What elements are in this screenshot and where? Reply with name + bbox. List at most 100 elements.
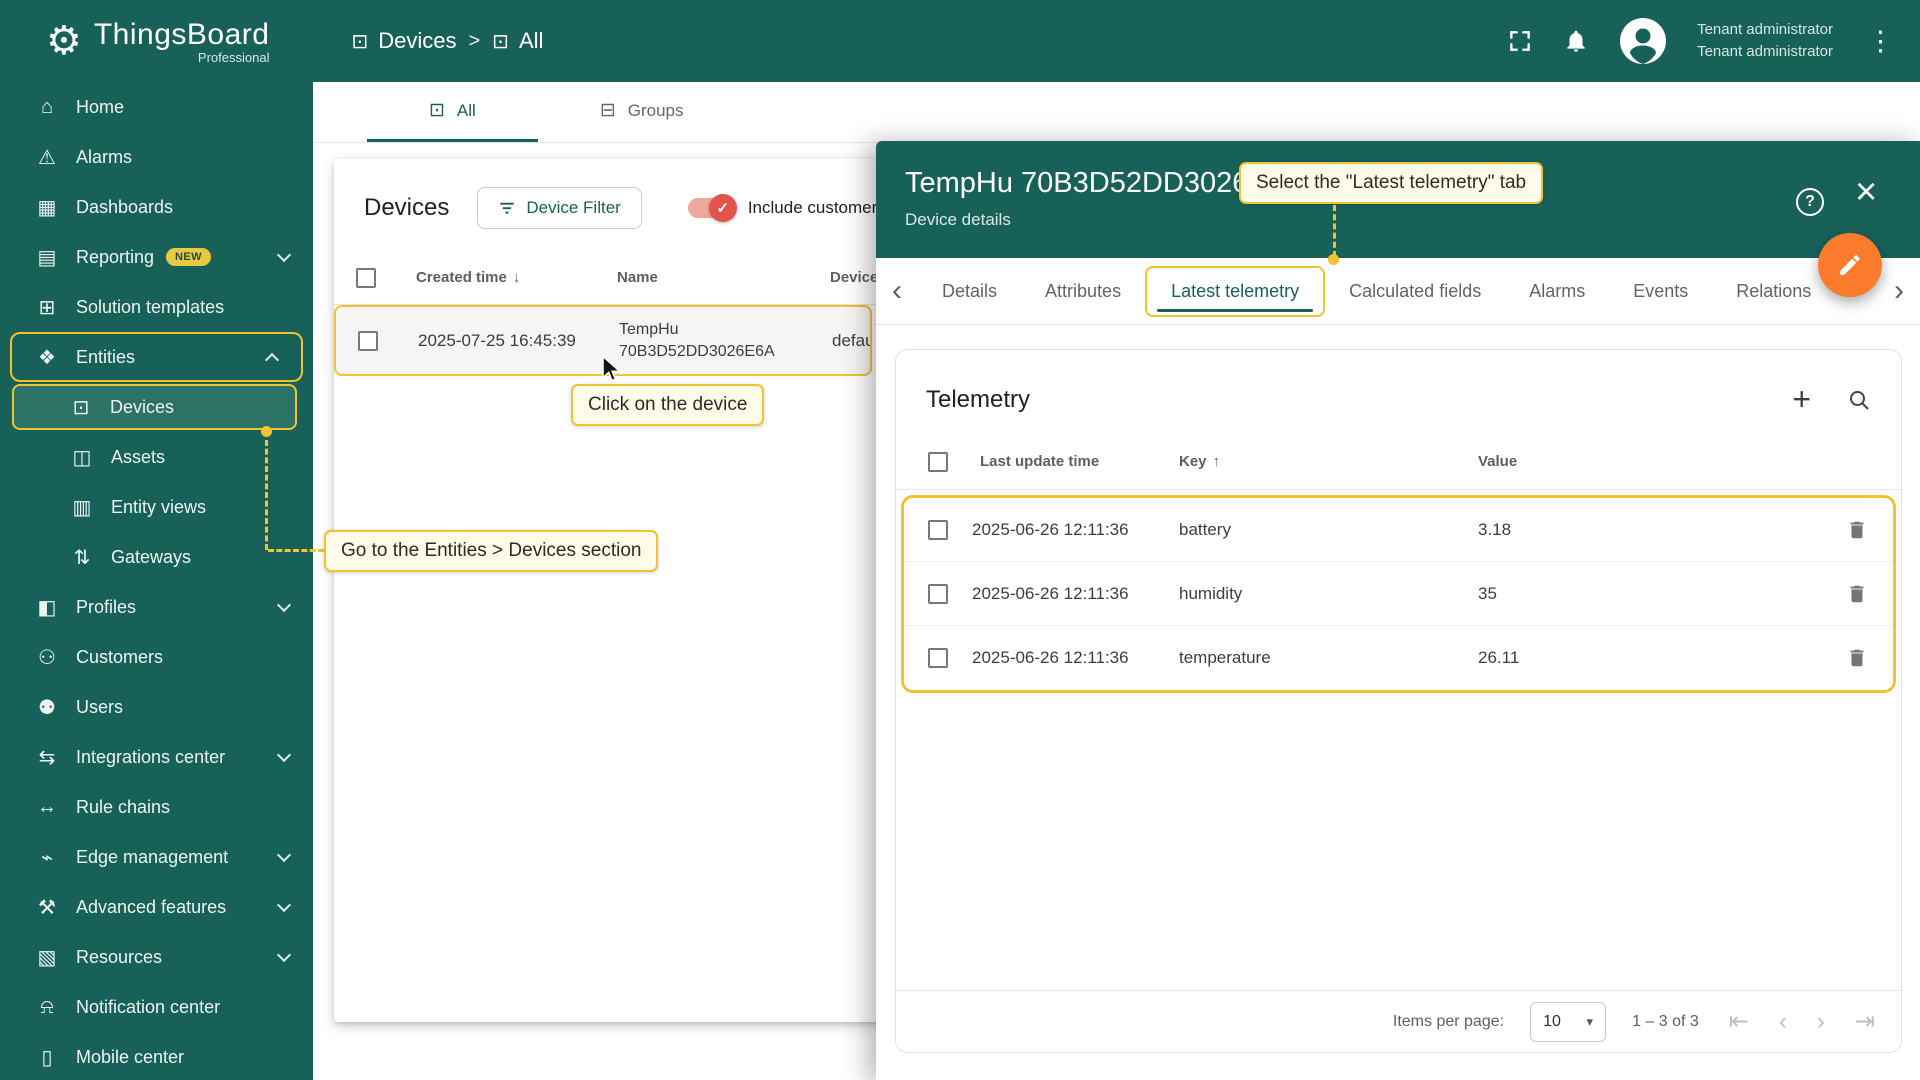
sidebar-item-users[interactable]: ⚉ Users xyxy=(0,682,313,732)
sidebar-item-alarms[interactable]: ⚠ Alarms xyxy=(0,132,313,182)
previous-page-button[interactable]: ‹ xyxy=(1779,1010,1787,1034)
sidebar-item-notification-center[interactable]: ⍾ Notification center xyxy=(0,982,313,1032)
integrations-center-icon: ⇆ xyxy=(34,745,60,770)
sidebar-item-customers[interactable]: ⚇ Customers xyxy=(0,632,313,682)
user-role-line2: Tenant administrator xyxy=(1697,41,1833,63)
notifications-button[interactable] xyxy=(1563,28,1589,54)
column-label: Value xyxy=(1478,453,1517,470)
tab-latest-telemetry[interactable]: Latest telemetry xyxy=(1145,266,1325,317)
include-customer-label: Include customer xyxy=(748,198,877,218)
sidebar-item-mobile-center[interactable]: ▯ Mobile center xyxy=(0,1032,313,1080)
sidebar-item-label: Advanced features xyxy=(76,897,226,918)
tab-relations[interactable]: Relations xyxy=(1712,281,1835,302)
sidebar-item-label: Entities xyxy=(76,347,135,368)
user-info[interactable]: Tenant administrator Tenant administrato… xyxy=(1697,19,1833,63)
help-icon: ? xyxy=(1805,193,1815,211)
annotation-tooltip-entities-devices: Go to the Entities > Devices section xyxy=(324,530,658,572)
tab-events[interactable]: Events xyxy=(1609,281,1712,302)
sidebar-item-rule-chains[interactable]: ↔ Rule chains xyxy=(0,782,313,832)
sidebar-item-reporting[interactable]: ▤ Reporting NEW xyxy=(0,232,313,282)
sidebar-item-integrations-center[interactable]: ⇆ Integrations center xyxy=(0,732,313,782)
sidebar-item-devices[interactable]: ⊡ Devices xyxy=(12,384,297,430)
sidebar-item-solution-templates[interactable]: ⊞ Solution templates xyxy=(0,282,313,332)
chevron-up-icon xyxy=(265,353,279,367)
dashboards-icon: ▦ xyxy=(34,195,60,220)
annotation-dashed-line xyxy=(265,440,268,550)
bell-icon xyxy=(1563,28,1589,54)
delete-telemetry-button[interactable] xyxy=(1846,519,1868,541)
tabs-scroll-right-button[interactable]: › xyxy=(1878,276,1920,306)
select-all-checkbox[interactable] xyxy=(928,452,948,472)
sidebar-item-resources[interactable]: ▧ Resources xyxy=(0,932,313,982)
new-badge: NEW xyxy=(166,248,211,266)
users-icon: ⚉ xyxy=(34,695,60,720)
column-header-key[interactable]: Key ↑ xyxy=(1179,453,1478,470)
tab-attributes[interactable]: Attributes xyxy=(1021,281,1145,302)
last-page-button[interactable]: ⇥ xyxy=(1855,1010,1875,1034)
cell-last-update-time: 2025-06-26 12:11:36 xyxy=(972,584,1179,604)
column-header-value[interactable]: Value xyxy=(1478,453,1821,470)
sidebar-item-edge-management[interactable]: ⌁ Edge management xyxy=(0,832,313,882)
tab-groups[interactable]: ⊟ Groups xyxy=(538,82,746,142)
include-customer-toggle[interactable]: ✓ xyxy=(688,198,734,218)
next-page-button[interactable]: › xyxy=(1817,1010,1825,1034)
search-button[interactable] xyxy=(1847,388,1871,412)
account-circle-icon xyxy=(1619,17,1667,65)
more-menu-button[interactable]: ⋮ xyxy=(1863,26,1898,57)
customers-icon: ⚇ xyxy=(34,645,60,670)
sidebar-item-label: Solution templates xyxy=(76,297,224,318)
first-page-button[interactable]: ⇤ xyxy=(1729,1010,1749,1034)
add-telemetry-button[interactable]: + xyxy=(1792,387,1811,413)
delete-telemetry-button[interactable] xyxy=(1846,647,1868,669)
edit-device-fab-button[interactable] xyxy=(1818,233,1882,297)
close-drawer-button[interactable]: × xyxy=(1855,173,1877,211)
sidebar-item-advanced-features[interactable]: ⚒ Advanced features xyxy=(0,882,313,932)
device-filter-button[interactable]: Device Filter xyxy=(477,187,641,229)
tab-alarms[interactable]: Alarms xyxy=(1505,281,1609,302)
delete-telemetry-button[interactable] xyxy=(1846,583,1868,605)
row-checkbox[interactable] xyxy=(928,584,948,604)
breadcrumb-devices[interactable]: ⊡ Devices xyxy=(351,28,456,54)
table-row-temperature[interactable]: 2025-06-26 12:11:36 temperature 26.11 xyxy=(904,626,1893,690)
chevron-down-icon xyxy=(277,747,291,761)
table-row-humidity[interactable]: 2025-06-26 12:11:36 humidity 35 xyxy=(904,562,1893,626)
tab-all[interactable]: ⊡ All xyxy=(367,82,538,142)
groups-icon: ⊟ xyxy=(600,99,616,122)
sidebar-item-home[interactable]: ⌂ Home xyxy=(0,82,313,132)
select-all-checkbox[interactable] xyxy=(356,268,376,288)
sort-desc-icon: ↓ xyxy=(513,269,521,286)
row-checkbox[interactable] xyxy=(928,648,948,668)
help-button[interactable]: ? xyxy=(1796,188,1824,216)
items-per-page-select[interactable]: 10 ▾ xyxy=(1530,1002,1606,1042)
cell-device-profile: default xyxy=(832,331,870,351)
breadcrumb-all[interactable]: ⊡ All xyxy=(492,28,543,54)
tabs-scroll-left-button[interactable]: ‹ xyxy=(876,276,918,306)
pagination-range-label: 1 – 3 of 3 xyxy=(1632,1013,1699,1031)
thingsboard-logo[interactable]: ⚙ ThingsBoard Professional xyxy=(46,18,269,65)
table-row-battery[interactable]: 2025-06-26 12:11:36 battery 3.18 xyxy=(904,498,1893,562)
sidebar-item-label: Home xyxy=(76,97,124,118)
sidebar-item-label: Reporting xyxy=(76,247,154,268)
sidebar-item-label: Notification center xyxy=(76,997,220,1018)
check-icon: ✓ xyxy=(717,199,730,217)
sidebar-item-profiles[interactable]: ◧ Profiles xyxy=(0,582,313,632)
sidebar-item-label: Dashboards xyxy=(76,197,173,218)
row-checkbox[interactable] xyxy=(928,520,948,540)
column-header-created-time[interactable]: Created time ↓ xyxy=(398,269,617,286)
sidebar-item-entities[interactable]: ❖ Entities xyxy=(10,332,303,382)
tab-calculated-fields[interactable]: Calculated fields xyxy=(1325,281,1505,302)
home-icon: ⌂ xyxy=(34,96,60,119)
column-header-name[interactable]: Name xyxy=(617,269,830,286)
fullscreen-button[interactable] xyxy=(1507,28,1533,54)
sidebar-item-dashboards[interactable]: ▦ Dashboards xyxy=(0,182,313,232)
toggle-thumb: ✓ xyxy=(709,194,737,222)
entity-group-tabs: ⊡ All ⊟ Groups xyxy=(313,82,1920,143)
user-avatar[interactable] xyxy=(1619,17,1667,65)
rule-chains-icon: ↔ xyxy=(34,796,60,819)
column-header-last-update-time[interactable]: Last update time xyxy=(980,453,1179,470)
sidebar-item-label: Edge management xyxy=(76,847,228,868)
top-bar: ⚙ ThingsBoard Professional ⊡ Devices > ⊡… xyxy=(0,0,1920,82)
tab-details[interactable]: Details xyxy=(918,281,1021,302)
row-checkbox[interactable] xyxy=(358,331,378,351)
annotation-tooltip-click-device: Click on the device xyxy=(571,384,764,426)
